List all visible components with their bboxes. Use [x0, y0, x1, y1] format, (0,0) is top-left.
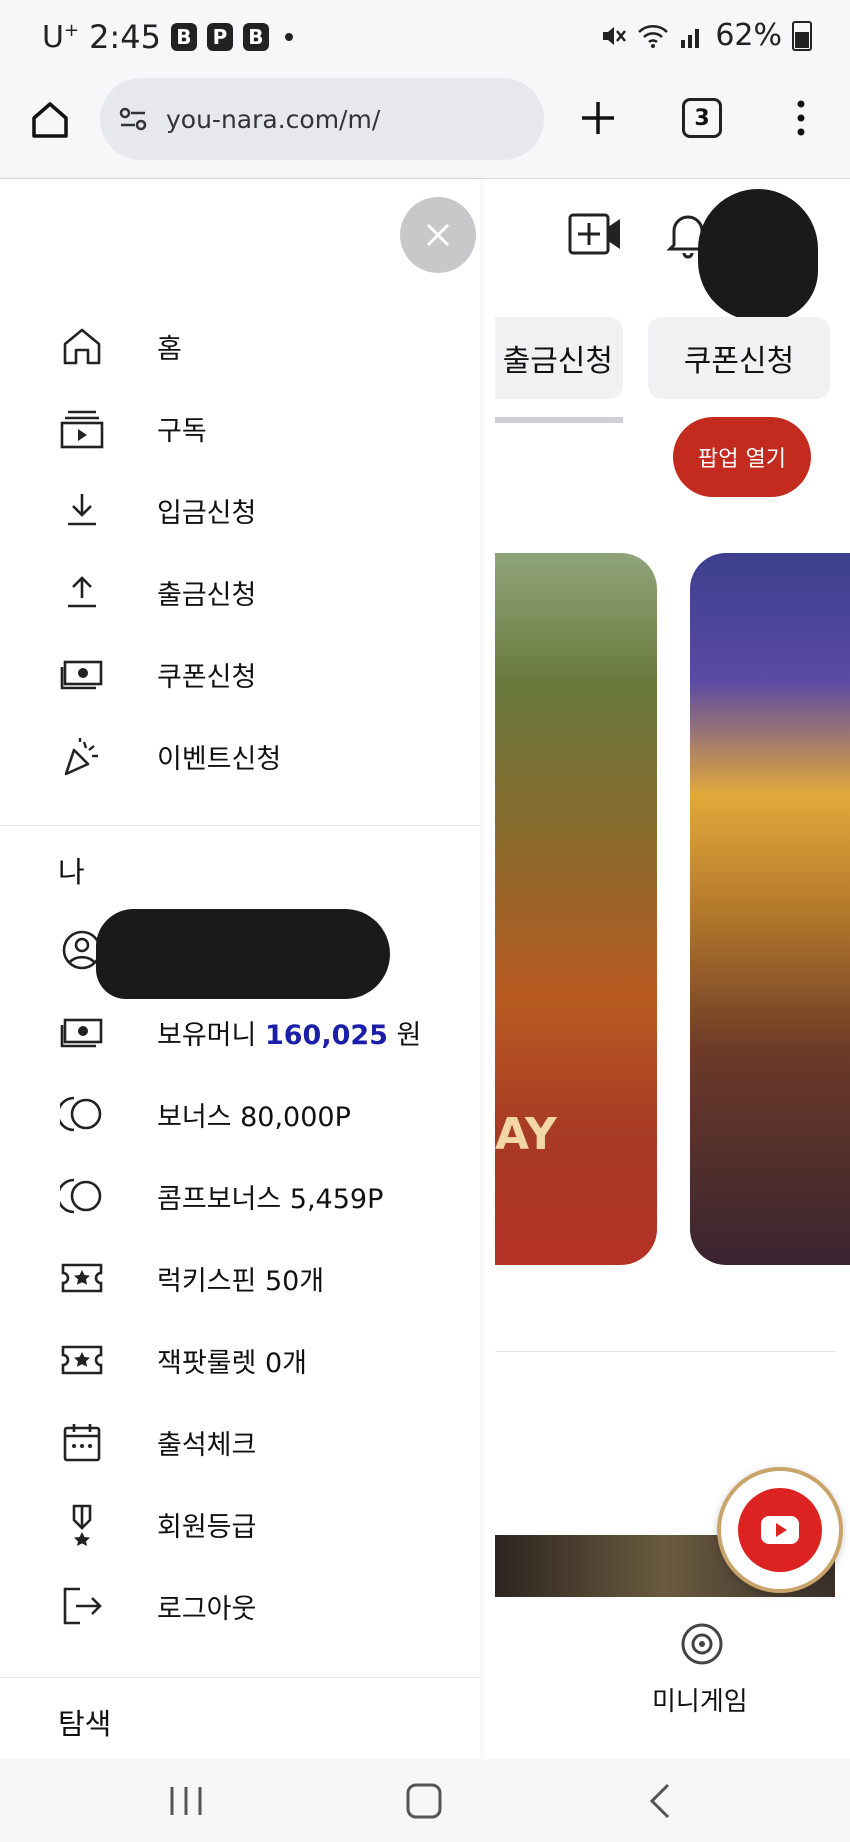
menu-label: 출금신청 — [157, 579, 257, 611]
menu-item-withdraw[interactable]: 출금신청 — [0, 551, 480, 633]
mute-icon — [603, 26, 627, 45]
mini-game-icon[interactable] — [680, 1622, 724, 1666]
subscriptions-icon — [60, 410, 104, 449]
calendar-icon — [63, 1424, 101, 1462]
back-icon[interactable] — [640, 1779, 684, 1823]
clock: 2:45 — [89, 18, 161, 56]
menu-label: 입금신청 — [157, 497, 257, 529]
tab-withdraw[interactable]: 출금신청 — [495, 317, 623, 399]
battery-icon — [792, 20, 812, 51]
status-left: U+ 2:45 B P B — [42, 18, 293, 56]
app-notification-icon: P — [206, 23, 233, 51]
close-drawer-button[interactable] — [400, 197, 476, 273]
money-value: 160,025 — [264, 1019, 388, 1051]
divider — [0, 825, 480, 826]
money-icon — [60, 1018, 103, 1048]
upload-icon — [68, 576, 96, 608]
redacted-username — [96, 909, 390, 999]
url-text[interactable]: you-nara.com/m/ — [166, 105, 380, 134]
menu-label: 출석체크 — [157, 1429, 257, 1461]
menu-item-lucky-spin[interactable]: 럭키스핀 50개 — [0, 1237, 480, 1319]
menu-label: 럭키스핀 50개 — [157, 1265, 325, 1297]
tab-switcher-button[interactable]: 3 — [682, 98, 722, 138]
home-nav-icon[interactable] — [402, 1779, 446, 1823]
tab-coupon[interactable]: 쿠폰신청 — [648, 317, 830, 399]
floating-video-button[interactable] — [717, 1467, 843, 1593]
side-drawer: 홈 구독 입금신청 출금신청 쿠폰신청 이벤트신청 나 보유머니 160,025… — [0, 179, 480, 1759]
divider — [495, 1351, 835, 1352]
menu-item-coupon[interactable]: 쿠폰신청 — [0, 633, 480, 715]
menu-label: 홈 — [157, 333, 182, 365]
tab-indicator — [495, 417, 623, 423]
menu-label: 회원등급 — [157, 1511, 257, 1543]
money-label: 보유머니 — [157, 1019, 257, 1051]
download-icon — [68, 494, 96, 526]
site-settings-icon[interactable] — [116, 102, 150, 136]
menu-item-deposit[interactable]: 입금신청 — [0, 469, 480, 551]
open-popup-button[interactable]: 팝업 열기 — [673, 417, 811, 497]
section-title-explore: 탐색 — [58, 1707, 112, 1741]
signal-icon — [681, 28, 700, 48]
status-bar: U+ 2:45 B P B 62% — [0, 0, 850, 78]
game-banner[interactable] — [690, 553, 850, 1265]
menu-item-subscriptions[interactable]: 구독 — [0, 387, 480, 469]
menu-label: 콤프보너스 5,459P — [157, 1183, 384, 1215]
overflow-menu-icon[interactable] — [786, 96, 816, 140]
menu-item-jackpot[interactable]: 잭팟룰렛 0개 — [0, 1319, 480, 1401]
logout-icon — [63, 1587, 102, 1625]
medal-icon — [72, 1504, 92, 1546]
mini-game-label[interactable]: 미니게임 — [652, 1681, 748, 1718]
divider — [0, 1677, 480, 1678]
system-nav-bar — [0, 1759, 850, 1842]
close-icon — [426, 223, 450, 247]
menu-label: 이벤트신청 — [157, 743, 282, 775]
recent-apps-icon[interactable] — [164, 1779, 208, 1823]
add-video-icon[interactable] — [568, 211, 622, 257]
menu-item-attendance[interactable]: 출석체크 — [0, 1401, 480, 1483]
money-unit: 원 — [396, 1019, 422, 1051]
menu-label: 구독 — [157, 415, 207, 447]
menu-label: 보너스 80,000P — [157, 1101, 351, 1133]
money-balance: 보유머니 160,025 원 — [157, 1013, 421, 1052]
play-icon — [738, 1488, 822, 1572]
coins-icon — [60, 1178, 102, 1214]
menu-item-money[interactable]: 보유머니 160,025 원 — [0, 991, 480, 1073]
home-icon[interactable] — [28, 98, 72, 142]
menu-item-membership[interactable]: 회원등급 — [0, 1483, 480, 1565]
background-page: 출금신청 쿠폰신청 팝업 열기 AY 미니게임 — [480, 179, 850, 1759]
status-right: 62% — [599, 18, 812, 53]
app-notification-icon: B — [170, 23, 197, 51]
banner-text: AY — [495, 1109, 557, 1160]
ticket-star-icon — [61, 1345, 103, 1375]
party-popper-icon — [64, 738, 98, 776]
menu-label: 잭팟룰렛 0개 — [157, 1347, 307, 1379]
more-notifications-icon — [284, 33, 293, 41]
money-icon — [60, 660, 103, 690]
coins-icon — [60, 1096, 102, 1132]
menu-item-event[interactable]: 이벤트신청 — [0, 715, 480, 797]
section-title-me: 나 — [58, 855, 85, 889]
menu-item-home[interactable]: 홈 — [0, 305, 480, 387]
app-notification-icon: B — [242, 23, 269, 51]
menu-item-bonus[interactable]: 보너스 80,000P — [0, 1073, 480, 1155]
new-tab-icon[interactable] — [576, 96, 620, 140]
menu-label: 로그아웃 — [157, 1593, 257, 1625]
home-icon — [63, 328, 101, 365]
browser-toolbar: you-nara.com/m/ 3 — [0, 78, 850, 179]
carrier-label: U+ — [42, 19, 80, 55]
ticket-star-icon — [61, 1263, 103, 1293]
wifi-icon — [638, 24, 669, 48]
menu-label: 쿠폰신청 — [157, 661, 257, 693]
menu-item-logout[interactable]: 로그아웃 — [0, 1565, 480, 1647]
menu-item-comp-bonus[interactable]: 콤프보너스 5,459P — [0, 1155, 480, 1237]
battery-percent: 62% — [715, 18, 782, 53]
redacted-avatar — [698, 189, 818, 321]
address-bar[interactable]: you-nara.com/m/ — [100, 78, 544, 160]
